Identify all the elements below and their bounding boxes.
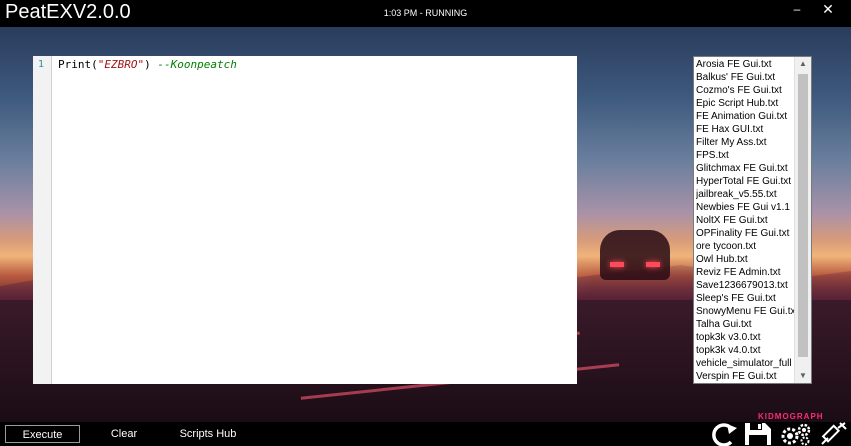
scroll-thumb[interactable] bbox=[798, 74, 808, 357]
list-item[interactable]: SnowyMenu FE Gui.txt bbox=[696, 305, 796, 318]
gears-icon[interactable] bbox=[779, 422, 813, 446]
watermark: KIDMOGRAPH bbox=[758, 412, 824, 421]
list-item[interactable]: NoltX FE Gui.txt bbox=[696, 214, 796, 227]
list-item[interactable]: FPS.txt bbox=[696, 149, 796, 162]
list-item[interactable]: Sleep's FE Gui.txt bbox=[696, 292, 796, 305]
refresh-icon[interactable] bbox=[707, 422, 739, 446]
list-item[interactable]: Arosia FE Gui.txt bbox=[696, 58, 796, 71]
list-item[interactable]: Cozmo's FE Gui.txt bbox=[696, 84, 796, 97]
code-line[interactable]: Print("EZBRO") --Koonpeatch bbox=[58, 58, 237, 71]
clear-button[interactable]: Clear bbox=[98, 425, 150, 443]
minimize-button[interactable]: – bbox=[788, 2, 806, 22]
car-taillight bbox=[610, 262, 624, 267]
title-bar[interactable]: PeatEXV2.0.0 1:03 PM - RUNNING – ✕ bbox=[0, 0, 851, 27]
list-item[interactable]: FE Animation Gui.txt bbox=[696, 110, 796, 123]
execute-button[interactable]: Execute bbox=[5, 425, 80, 443]
scroll-up-arrow-icon[interactable]: ▲ bbox=[795, 57, 811, 71]
list-item[interactable]: FE Hax GUI.txt bbox=[696, 123, 796, 136]
list-item[interactable]: Reviz FE Admin.txt bbox=[696, 266, 796, 279]
list-item[interactable]: jailbreak_v5.55.txt bbox=[696, 188, 796, 201]
list-item[interactable]: vehicle_simulator_full bbox=[696, 357, 796, 370]
code-string: "EZBRO" bbox=[97, 58, 145, 71]
status-text: 1:03 PM - RUNNING bbox=[383, 8, 468, 18]
code-paren: ) bbox=[144, 58, 151, 71]
code-editor[interactable]: 1 Print("EZBRO") --Koonpeatch bbox=[33, 56, 577, 384]
list-item[interactable]: Balkus' FE Gui.txt bbox=[696, 71, 796, 84]
car-taillight bbox=[646, 262, 660, 267]
list-item[interactable]: Verspin FE Gui.txt bbox=[696, 370, 796, 383]
close-button[interactable]: ✕ bbox=[818, 1, 838, 23]
list-item[interactable]: topk3k v3.0.txt bbox=[696, 331, 796, 344]
list-scrollbar[interactable]: ▲ ▼ bbox=[794, 57, 811, 383]
list-item[interactable]: Glitchmax FE Gui.txt bbox=[696, 162, 796, 175]
list-item[interactable]: Filter My Ass.txt bbox=[696, 136, 796, 149]
list-item[interactable]: Talha Gui.txt bbox=[696, 318, 796, 331]
scripts-list-items: Arosia FE Gui.txt Balkus' FE Gui.txt Cozmo… bbox=[696, 58, 796, 383]
code-function: Print( bbox=[58, 58, 98, 71]
background-car bbox=[600, 230, 670, 280]
list-item[interactable]: OPFinality FE Gui.txt bbox=[696, 227, 796, 240]
scripts-hub-button[interactable]: Scripts Hub bbox=[172, 425, 244, 443]
line-gutter: 1 bbox=[33, 56, 52, 384]
bottom-toolbar: Execute Clear Scripts Hub bbox=[0, 422, 851, 446]
line-number: 1 bbox=[37, 59, 45, 70]
scroll-down-arrow-icon[interactable]: ▼ bbox=[795, 369, 811, 383]
syringe-icon[interactable] bbox=[818, 422, 848, 446]
code-comment: --Koonpeatch bbox=[157, 58, 237, 71]
list-item[interactable]: Newbies FE Gui v1.1 bbox=[696, 201, 796, 214]
list-item[interactable]: Owl Hub.txt bbox=[696, 253, 796, 266]
list-item[interactable]: Epic Script Hub.txt bbox=[696, 97, 796, 110]
list-item[interactable]: Save1236679013.txt bbox=[696, 279, 796, 292]
list-item[interactable]: ore tycoon.txt bbox=[696, 240, 796, 253]
list-item[interactable]: HyperTotal FE Gui.txt bbox=[696, 175, 796, 188]
save-icon[interactable] bbox=[743, 422, 773, 446]
scripts-list[interactable]: Arosia FE Gui.txt Balkus' FE Gui.txt Cozmo… bbox=[693, 56, 812, 384]
list-item[interactable]: topk3k v4.0.txt bbox=[696, 344, 796, 357]
